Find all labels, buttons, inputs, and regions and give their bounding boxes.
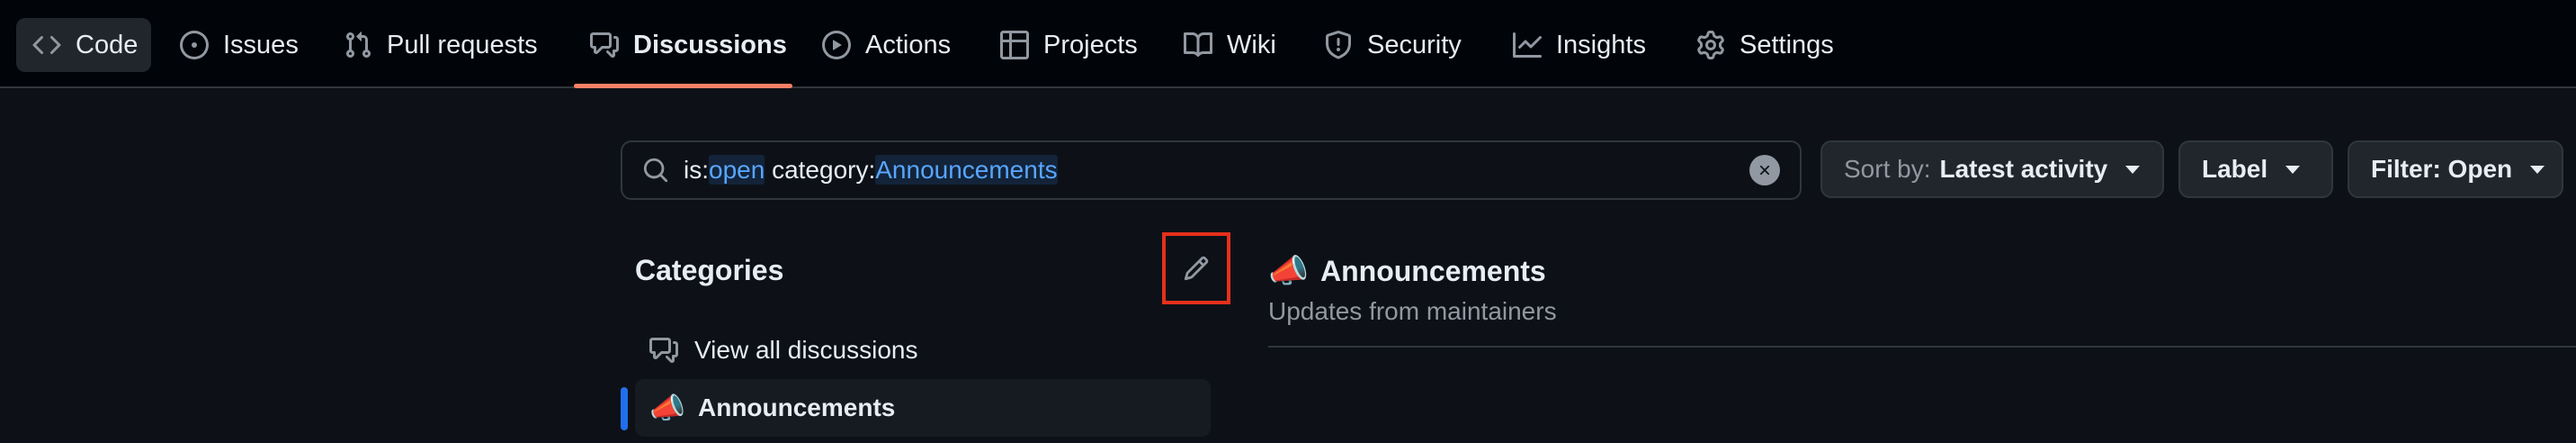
gear-icon xyxy=(1696,31,1725,59)
repo-nav: Code Issues Pull requests Discussions Ac… xyxy=(0,0,2576,88)
discussion-search-input[interactable]: is:open category:Announcements xyxy=(621,140,1802,200)
tab-issues-label: Issues xyxy=(223,30,299,59)
tab-settings[interactable]: Settings xyxy=(1680,18,1850,72)
label-filter-label: Label xyxy=(2202,155,2268,183)
table-icon xyxy=(1000,31,1029,59)
category-view-all-label: View all discussions xyxy=(694,336,918,364)
status-filter-button[interactable]: Filter: Open xyxy=(2348,140,2563,198)
sort-by-value: Latest activity xyxy=(1939,155,2108,183)
clear-search-icon[interactable] xyxy=(1749,155,1780,185)
sort-by-button[interactable]: Sort by: Latest activity xyxy=(1820,140,2164,198)
search-query: is:open category:Announcements xyxy=(684,155,1749,185)
status-filter-label: Filter: Open xyxy=(2371,155,2513,183)
tab-issues[interactable]: Issues xyxy=(164,18,315,72)
tab-actions-label: Actions xyxy=(865,30,952,59)
category-title: Announcements xyxy=(1320,254,1546,287)
edit-categories-button[interactable] xyxy=(1162,232,1230,304)
tab-projects[interactable]: Projects xyxy=(984,18,1154,72)
selected-category-indicator xyxy=(621,387,628,430)
category-view-all[interactable]: View all discussions xyxy=(635,321,1211,379)
comment-discussion-icon xyxy=(590,31,619,59)
query-token-key: category: xyxy=(765,156,876,184)
category-header: 📣 Announcements xyxy=(1268,252,1546,290)
label-filter-button[interactable]: Label xyxy=(2178,140,2333,198)
sort-by-prefix: Sort by: xyxy=(1844,155,1931,183)
pencil-icon xyxy=(1183,255,1210,282)
tab-projects-label: Projects xyxy=(1043,30,1138,59)
tab-code[interactable]: Code xyxy=(16,18,151,72)
graph-icon xyxy=(1513,31,1542,59)
active-tab-underline xyxy=(574,84,792,88)
book-icon xyxy=(1184,31,1212,59)
tab-pull-requests-label: Pull requests xyxy=(387,30,538,59)
tab-discussions[interactable]: Discussions xyxy=(574,18,803,72)
comment-discussion-icon xyxy=(649,336,678,365)
query-token-value: open xyxy=(709,155,765,185)
megaphone-icon: 📣 xyxy=(649,391,685,425)
chevron-down-icon xyxy=(2530,165,2545,174)
query-token-value: Announcements xyxy=(875,155,1058,185)
git-pull-request-icon xyxy=(344,31,372,59)
chevron-down-icon xyxy=(2285,165,2301,174)
code-icon xyxy=(32,31,61,59)
divider xyxy=(1268,346,2576,348)
tab-wiki-label: Wiki xyxy=(1227,30,1276,59)
query-token-key: is: xyxy=(684,156,709,184)
category-announcements[interactable]: 📣 Announcements xyxy=(635,379,1211,437)
tab-wiki[interactable]: Wiki xyxy=(1167,18,1292,72)
chevron-down-icon xyxy=(2125,165,2141,174)
issue-opened-icon xyxy=(180,31,209,59)
category-announcements-label: Announcements xyxy=(698,393,896,421)
tab-settings-label: Settings xyxy=(1740,30,1834,59)
search-icon xyxy=(642,157,669,184)
tab-code-label: Code xyxy=(76,30,139,59)
category-description: Updates from maintainers xyxy=(1268,297,1557,325)
tab-security-label: Security xyxy=(1367,30,1462,59)
shield-icon xyxy=(1324,31,1353,59)
categories-heading: Categories xyxy=(635,254,784,286)
tab-pull-requests[interactable]: Pull requests xyxy=(327,18,554,72)
tab-actions[interactable]: Actions xyxy=(806,18,967,72)
tab-discussions-label: Discussions xyxy=(633,30,787,59)
tab-insights[interactable]: Insights xyxy=(1497,18,1662,72)
tab-security[interactable]: Security xyxy=(1308,18,1478,72)
tab-insights-label: Insights xyxy=(1556,30,1646,59)
megaphone-icon: 📣 xyxy=(1268,253,1309,290)
play-icon xyxy=(822,31,851,59)
